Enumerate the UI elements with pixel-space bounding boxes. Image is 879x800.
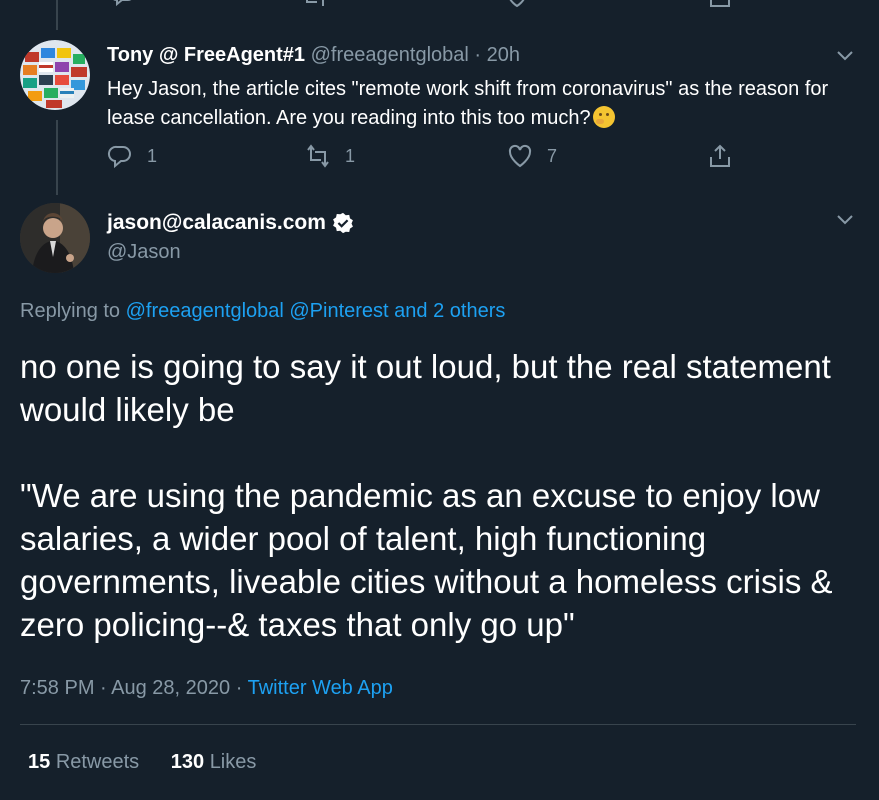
tweet-actions: 1 1 7 [107,143,747,173]
separator: · [474,44,482,66]
display-name-text: jason@calacanis.com [107,211,326,234]
replying-users-link[interactable]: @freeagentglobal @Pinterest and 2 others [126,300,506,322]
person-avatar-icon [20,203,90,273]
tweet-body: Hey Jason, the article cites "remote wor… [107,78,829,129]
likes-label: Likes [209,751,257,773]
share-icon[interactable] [708,0,732,10]
reply-tweet-header: Tony @ FreeAgent#1 @freeagentglobal · 20… [107,44,520,67]
replying-prefix: Replying to [20,300,121,322]
like-count: 7 [547,145,558,166]
tweet-stats: 15 Retweets 130 Likes [28,751,282,774]
display-name[interactable]: jason@calacanis.com [107,211,354,235]
reply-tweet-text: Hey Jason, the article cites "remote wor… [107,75,847,133]
share-icon [710,144,730,167]
reply-button[interactable]: 1 [107,143,157,169]
thread-line [56,120,58,195]
share-button[interactable] [707,143,733,169]
replying-to: Replying to @freeagentglobal @Pinterest … [20,300,505,323]
divider [20,724,856,725]
tweet-time[interactable]: 20h [487,44,520,66]
flags-globe-avatar-icon [20,40,90,110]
retweet-icon [307,144,329,168]
tweet-meta: 7:58 PM · Aug 28, 2020 · Twitter Web App [20,677,393,700]
previous-tweet-actions [0,0,879,10]
tweet-paragraph-2: "We are using the pandemic as an excuse … [20,477,833,643]
heart-icon [508,144,532,168]
avatar[interactable] [20,40,90,110]
meta-separator: · [235,677,243,699]
reply-icon[interactable] [112,0,136,10]
tweet-timestamp[interactable]: 7:58 PM · Aug 28, 2020 [20,677,230,699]
likes-stat[interactable]: 130 Likes [171,751,257,773]
chevron-down-icon[interactable] [835,209,855,229]
handle[interactable]: @freeagentglobal [311,44,469,66]
thread-line-top [56,0,58,30]
tweet-source-link[interactable]: Twitter Web App [248,677,393,699]
like-button[interactable]: 7 [507,143,557,169]
display-name[interactable]: Tony @ FreeAgent#1 [107,44,305,66]
retweet-icon[interactable] [302,0,328,10]
like-icon[interactable] [505,0,529,10]
tweet-paragraph-1: no one is going to say it out loud, but … [20,348,831,428]
likes-count: 130 [170,751,205,773]
verified-badge-icon [333,212,353,234]
reply-count: 1 [147,145,158,166]
thinking-face-emoji-icon [592,106,615,128]
chevron-down-icon[interactable] [835,45,855,65]
retweets-stat[interactable]: 15 Retweets [28,751,145,773]
retweets-count: 15 [28,751,51,773]
avatar[interactable] [20,203,90,273]
retweet-count: 1 [345,145,356,166]
handle[interactable]: @Jason [107,241,181,264]
reply-icon [107,145,131,169]
retweets-label: Retweets [55,751,140,773]
retweet-button[interactable]: 1 [305,143,355,169]
tweet-body: no one is going to say it out loud, but … [20,345,870,646]
